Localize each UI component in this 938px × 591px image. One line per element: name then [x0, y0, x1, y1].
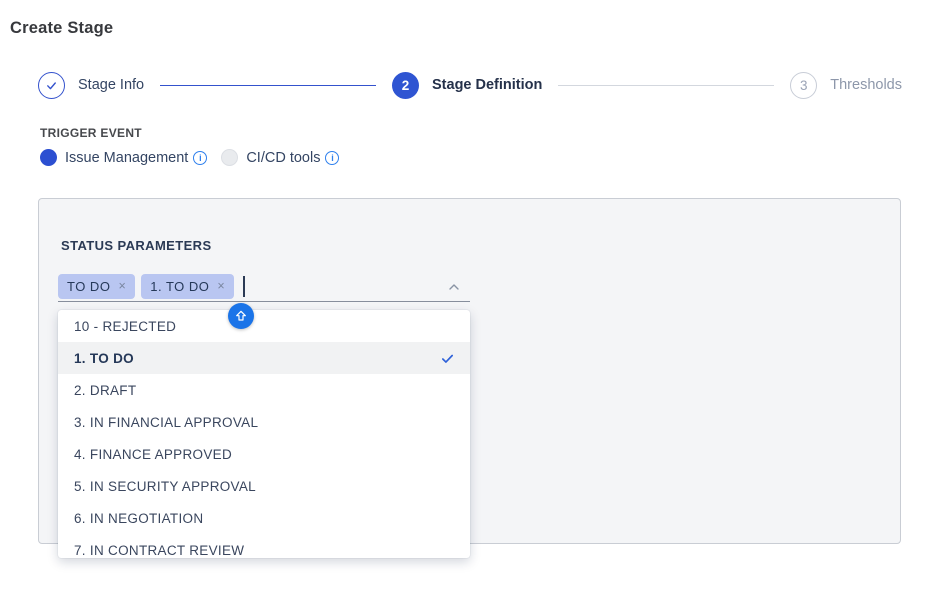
dropdown-option-label: 4. FINANCE APPROVED: [74, 447, 232, 462]
trigger-event-section: TRIGGER EVENT Issue Management i CI/CD t…: [40, 126, 339, 166]
info-icon[interactable]: i: [193, 151, 207, 165]
dropdown-option[interactable]: 6. IN NEGOTIATION: [58, 502, 470, 534]
dropdown-option[interactable]: 1. TO DO: [58, 342, 470, 374]
step-label: Thresholds: [830, 77, 902, 93]
check-icon: [440, 351, 455, 366]
check-icon: [44, 78, 59, 93]
status-dropdown-list: 10 - REJECTED 1. TO DO 2. DRAFT 3. IN FI…: [58, 310, 470, 558]
dropdown-option-label: 6. IN NEGOTIATION: [74, 511, 203, 526]
dropdown-option-label: 2. DRAFT: [74, 383, 136, 398]
step-upcoming-circle: 3: [790, 72, 817, 99]
step-active-circle: 2: [392, 72, 419, 99]
stepper: Stage Info 2 Stage Definition 3 Threshol…: [38, 71, 902, 99]
radio-option-cicd-tools[interactable]: CI/CD tools i: [221, 149, 339, 166]
stepper-connector-done: [160, 85, 376, 86]
radio-option-issue-management[interactable]: Issue Management i: [40, 149, 207, 166]
radio-unselected-icon: [221, 149, 238, 166]
step-label: Stage Info: [78, 77, 144, 93]
dropdown-option-label: 10 - REJECTED: [74, 319, 176, 334]
trigger-event-radio-group: Issue Management i CI/CD tools i: [40, 149, 339, 166]
info-icon[interactable]: i: [325, 151, 339, 165]
page-title: Create Stage: [10, 19, 113, 38]
dropdown-option-label: 7. IN CONTRACT REVIEW: [74, 543, 244, 558]
selected-tag: 1. TO DO ×: [141, 274, 234, 299]
radio-selected-icon: [40, 149, 57, 166]
selected-tag: TO DO ×: [58, 274, 135, 299]
dropdown-option-label: 3. IN FINANCIAL APPROVAL: [74, 415, 258, 430]
radio-label: Issue Management: [65, 150, 188, 166]
text-caret: [243, 276, 245, 297]
stepper-connector-todo: [558, 85, 774, 86]
chevron-up-icon[interactable]: [447, 280, 461, 294]
pointer-up-badge[interactable]: [228, 303, 254, 329]
dropdown-option[interactable]: 3. IN FINANCIAL APPROVAL: [58, 406, 470, 438]
status-select-input[interactable]: TO DO × 1. TO DO ×: [58, 271, 470, 302]
dropdown-option[interactable]: 2. DRAFT: [58, 374, 470, 406]
tag-label: 1. TO DO: [150, 279, 209, 294]
dropdown-option[interactable]: 4. FINANCE APPROVED: [58, 438, 470, 470]
tag-remove-icon[interactable]: ×: [217, 279, 225, 293]
status-parameters-label: STATUS PARAMETERS: [61, 238, 212, 253]
dropdown-option[interactable]: 7. IN CONTRACT REVIEW: [58, 534, 470, 558]
trigger-event-label: TRIGGER EVENT: [40, 126, 339, 140]
step-label: Stage Definition: [432, 77, 542, 93]
step-completed-circle: [38, 72, 65, 99]
step-stage-definition[interactable]: 2 Stage Definition: [392, 72, 542, 99]
dropdown-option-label: 5. IN SECURITY APPROVAL: [74, 479, 256, 494]
dropdown-option-label: 1. TO DO: [74, 351, 134, 366]
step-thresholds[interactable]: 3 Thresholds: [790, 72, 902, 99]
step-stage-info[interactable]: Stage Info: [38, 72, 144, 99]
arrow-up-icon: [233, 308, 249, 324]
tag-label: TO DO: [67, 279, 110, 294]
dropdown-option[interactable]: 10 - REJECTED: [58, 310, 470, 342]
radio-label: CI/CD tools: [246, 150, 320, 166]
dropdown-option[interactable]: 5. IN SECURITY APPROVAL: [58, 470, 470, 502]
tag-remove-icon[interactable]: ×: [118, 279, 126, 293]
